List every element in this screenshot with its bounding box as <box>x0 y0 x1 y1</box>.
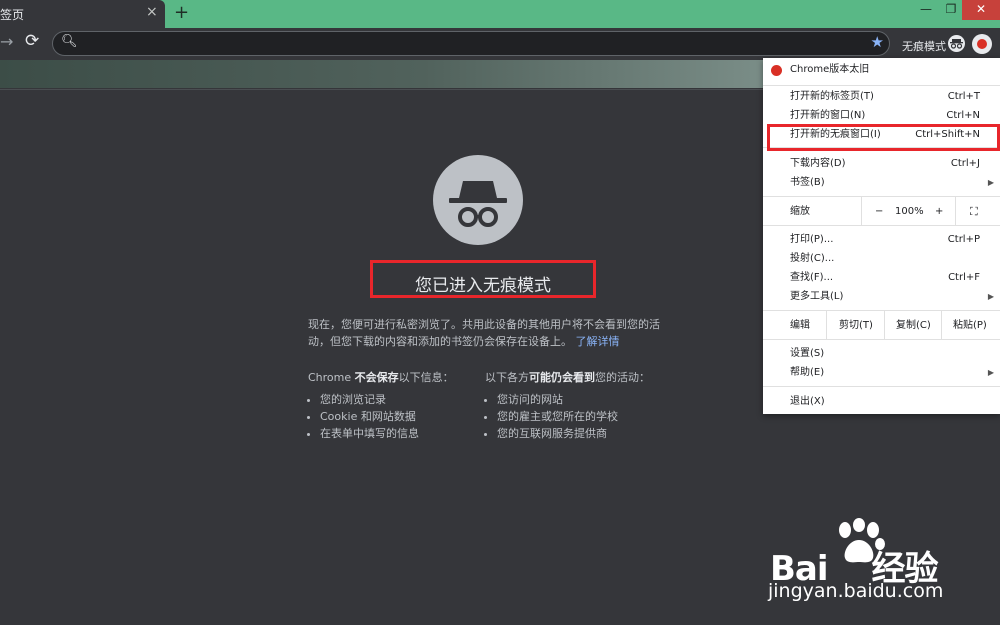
toolbar: → ⟳ 🔍︎ ★ 无痕模式 <box>0 28 1000 60</box>
incognito-description: 现在，您便可进行私密浏览了。共用此设备的其他用户将不会看到您的活动，但您下载的内… <box>308 316 660 350</box>
incognito-avatar-icon[interactable] <box>948 35 965 52</box>
chrome-menu: Chrome版本太旧 打开新的标签页(T) Ctrl+T 打开新的窗口(N) C… <box>763 58 1000 414</box>
submenu-arrow-icon: ▶ <box>987 292 994 301</box>
bookmark-bar <box>0 60 770 88</box>
menu-separator <box>763 85 1000 86</box>
visible-to-heading: 以下各方可能仍会看到您的活动： <box>485 371 650 384</box>
menu-zoom-row: 缩放 − 100% + ⛶ <box>763 202 1000 221</box>
minimize-button[interactable]: — <box>915 0 937 20</box>
list-item: Cookie 和网站数据 <box>320 408 478 425</box>
tab-close-icon[interactable]: × <box>146 4 158 20</box>
zoom-in-button[interactable]: + <box>935 202 943 221</box>
active-tab[interactable]: 签页 × <box>0 0 165 28</box>
toolbar-divider <box>0 89 770 90</box>
zoom-level: 100% <box>895 206 924 217</box>
menu-item-more-tools[interactable]: 更多工具(L) ▶ <box>763 287 1000 306</box>
menu-separator <box>763 310 1000 311</box>
list-item: 您的雇主或您所在的学校 <box>497 408 665 425</box>
close-window-button[interactable]: ✕ <box>962 0 1000 20</box>
not-saved-heading: Chrome 不会保存以下信息： <box>308 371 454 384</box>
forward-icon[interactable]: → <box>0 32 13 51</box>
menu-item-settings[interactable]: 设置(S) <box>763 344 1000 363</box>
menu-update-notice[interactable]: Chrome版本太旧 <box>763 60 1000 79</box>
edit-label: 编辑 <box>790 320 810 331</box>
menu-item-help[interactable]: 帮助(E) ▶ <box>763 363 1000 382</box>
visible-to-column: 以下各方可能仍会看到您的活动： 您访问的网站 您的雇主或您所在的学校 您的互联网… <box>485 370 665 442</box>
title-bar: 签页 × + — ❐ ✕ <box>0 0 1000 28</box>
menu-item-new-window[interactable]: 打开新的窗口(N) Ctrl+N <box>763 106 1000 125</box>
search-icon: 🔍︎ <box>61 34 78 49</box>
list-item: 您的互联网服务提供商 <box>497 425 665 442</box>
update-warning-icon <box>977 39 987 49</box>
not-saved-column: Chrome 不会保存以下信息： 您的浏览记录 Cookie 和网站数据 在表单… <box>308 370 478 442</box>
tab-title: 签页 <box>0 8 25 22</box>
menu-edit-row: 编辑 剪切(T) 复制(C) 粘贴(P) <box>763 316 1000 335</box>
page-title: 您已进入无痕模式 <box>415 276 551 296</box>
submenu-arrow-icon: ▶ <box>987 368 994 377</box>
menu-separator <box>763 386 1000 387</box>
menu-item-downloads[interactable]: 下载内容(D) Ctrl+J <box>763 154 1000 173</box>
new-tab-button[interactable]: + <box>174 2 189 23</box>
list-item: 您的浏览记录 <box>320 391 478 408</box>
menu-vertical-separator <box>941 311 942 339</box>
watermark-url: jingyan.baidu.com <box>768 580 944 602</box>
reload-icon[interactable]: ⟳ <box>25 31 39 51</box>
incognito-spy-icon <box>433 155 523 245</box>
address-bar[interactable]: 🔍︎ ★ <box>52 31 890 56</box>
bookmark-star-icon[interactable]: ★ <box>871 33 884 51</box>
copy-button[interactable]: 复制(C) <box>896 316 931 335</box>
paste-button[interactable]: 粘贴(P) <box>953 316 987 335</box>
learn-more-link[interactable]: 了解详情 <box>576 335 620 348</box>
menu-item-find[interactable]: 查找(F)... Ctrl+F <box>763 268 1000 287</box>
fullscreen-icon[interactable]: ⛶ <box>970 202 978 221</box>
menu-separator <box>763 196 1000 197</box>
menu-vertical-separator <box>884 311 885 339</box>
menu-item-exit[interactable]: 退出(X) <box>763 392 1000 411</box>
warning-icon <box>771 65 782 76</box>
list-item: 您访问的网站 <box>497 391 665 408</box>
menu-vertical-separator <box>826 311 827 339</box>
zoom-out-button[interactable]: − <box>875 202 883 221</box>
incognito-label: 无痕模式 <box>902 40 946 53</box>
menu-item-cast[interactable]: 投射(C)... <box>763 249 1000 268</box>
cut-button[interactable]: 剪切(T) <box>839 316 873 335</box>
chrome-menu-button[interactable] <box>972 34 992 54</box>
menu-item-bookmarks[interactable]: 书签(B) ▶ <box>763 173 1000 192</box>
menu-separator <box>763 225 1000 226</box>
maximize-button[interactable]: ❐ <box>940 0 962 20</box>
menu-highlight-box <box>767 124 1000 151</box>
menu-item-print[interactable]: 打印(P)... Ctrl+P <box>763 230 1000 249</box>
menu-vertical-separator <box>861 197 862 225</box>
menu-separator <box>763 339 1000 340</box>
menu-item-new-tab[interactable]: 打开新的标签页(T) Ctrl+T <box>763 87 1000 106</box>
list-item: 在表单中填写的信息 <box>320 425 478 442</box>
menu-vertical-separator <box>955 197 956 225</box>
submenu-arrow-icon: ▶ <box>987 178 994 187</box>
